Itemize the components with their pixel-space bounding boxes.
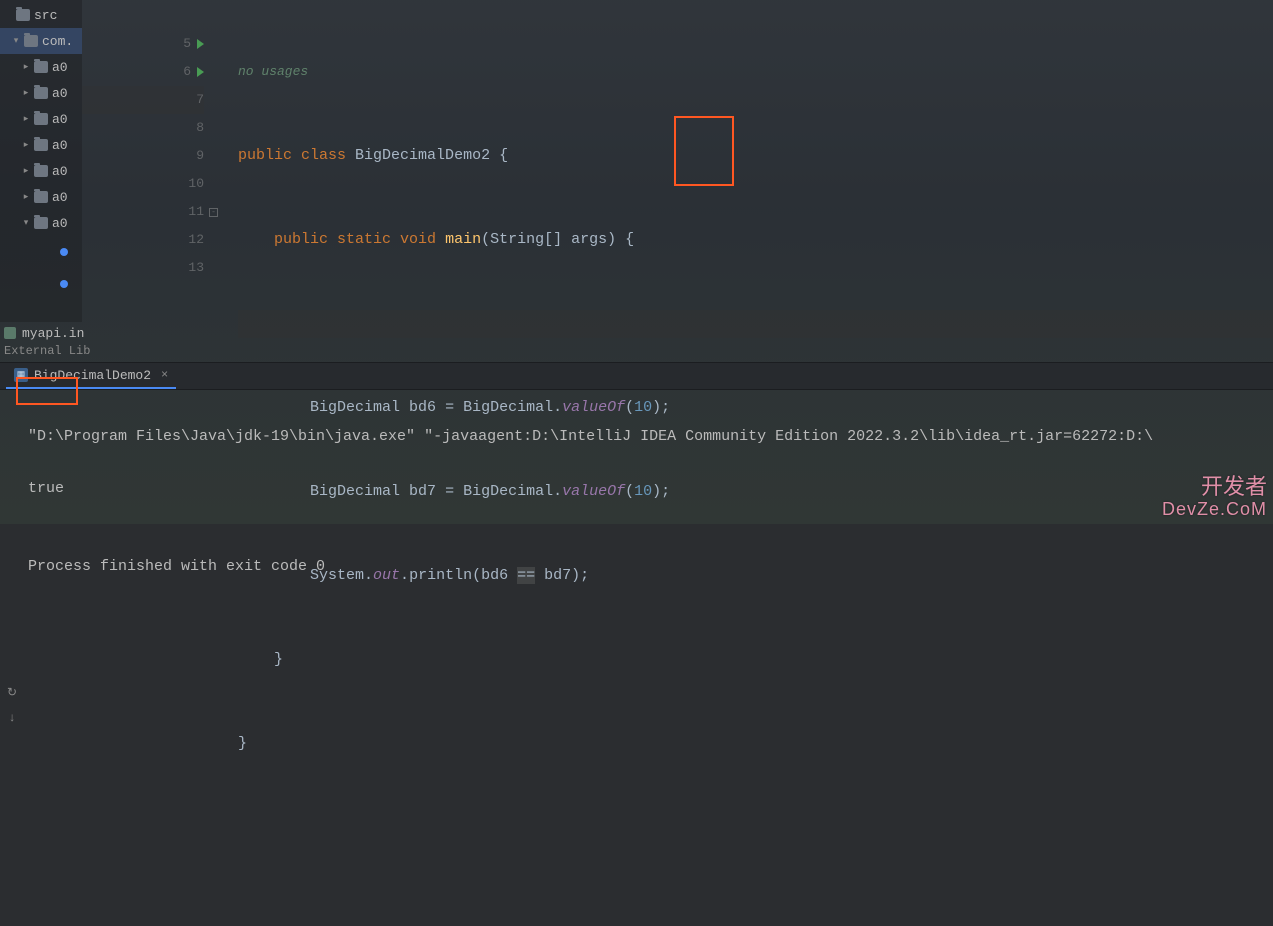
rerun-button[interactable]: ↻ bbox=[4, 684, 20, 700]
folder-icon bbox=[34, 191, 48, 203]
tree-label: src bbox=[34, 8, 57, 23]
folder-icon bbox=[16, 9, 30, 21]
gutter-line[interactable]: 13 bbox=[82, 254, 204, 282]
tree-label: a0 bbox=[52, 112, 68, 127]
gutter: 5 6 7 8 9 10 11- 12 13 bbox=[82, 0, 212, 322]
gutter-line[interactable]: 6 bbox=[82, 58, 204, 86]
tree-label: a0 bbox=[52, 164, 68, 179]
gutter-line[interactable]: 12 bbox=[82, 226, 204, 254]
tree-item[interactable]: ▸ a0 bbox=[0, 106, 82, 132]
gutter-line[interactable]: 10 bbox=[82, 170, 204, 198]
folder-icon bbox=[34, 217, 48, 229]
tree-item-com[interactable]: ▾ com. bbox=[0, 28, 82, 54]
chevron-right-icon: ▸ bbox=[20, 140, 32, 150]
folder-icon bbox=[34, 113, 48, 125]
tree-label: a0 bbox=[52, 60, 68, 75]
console-line: true bbox=[28, 476, 1273, 502]
class-icon bbox=[60, 280, 68, 288]
gutter-empty bbox=[82, 2, 204, 30]
tree-item[interactable]: ▸ a0 bbox=[0, 158, 82, 184]
gutter-line[interactable]: 7 bbox=[82, 86, 204, 114]
gutter-line[interactable]: 5 bbox=[82, 30, 204, 58]
folder-icon bbox=[34, 87, 48, 99]
folder-icon bbox=[34, 139, 48, 151]
console-toolbar: ↻ ↓ bbox=[2, 684, 22, 726]
console-line: "D:\Program Files\Java\jdk-19\bin\java.e… bbox=[28, 424, 1273, 450]
tree-item-external[interactable]: External Lib bbox=[0, 344, 1273, 362]
watermark: 开发者 DevZe.CoM bbox=[1162, 476, 1267, 520]
tree-label: myapi.in bbox=[22, 326, 84, 341]
run-icon[interactable] bbox=[197, 67, 204, 77]
tree-item[interactable]: ▸ a0 bbox=[0, 184, 82, 210]
code-editor[interactable]: 5 6 7 8 9 10 11- 12 13 no usages public … bbox=[82, 0, 1273, 322]
tree-item-src[interactable]: src bbox=[0, 2, 82, 28]
console-line: Process finished with exit code 0 bbox=[28, 554, 1273, 580]
chevron-right-icon: ▸ bbox=[20, 192, 32, 202]
console-output[interactable]: "D:\Program Files\Java\jdk-19\bin\java.e… bbox=[0, 390, 1273, 632]
code-area[interactable]: no usages public class BigDecimalDemo2 {… bbox=[212, 0, 1273, 322]
folder-icon bbox=[34, 61, 48, 73]
chevron-right-icon: ▸ bbox=[20, 114, 32, 124]
gutter-line[interactable]: 9 bbox=[82, 142, 204, 170]
folder-icon bbox=[24, 35, 38, 47]
tree-item-myapi[interactable]: myapi.in bbox=[0, 322, 1273, 344]
tree-label: com. bbox=[42, 34, 73, 49]
tree-label: a0 bbox=[52, 216, 68, 231]
tree-item[interactable]: ▾ a0 bbox=[0, 210, 82, 236]
run-config-icon: ▦ bbox=[14, 368, 28, 382]
class-icon bbox=[60, 248, 68, 256]
chevron-right-icon: ▸ bbox=[20, 166, 32, 176]
gutter-line[interactable]: 8 bbox=[82, 114, 204, 142]
chevron-down-icon: ▾ bbox=[20, 218, 32, 228]
run-icon[interactable] bbox=[197, 39, 204, 49]
usage-hint: no usages bbox=[238, 64, 308, 79]
run-tab[interactable]: ▦ BigDecimalDemo2 × bbox=[6, 363, 176, 389]
tree-label: a0 bbox=[52, 86, 68, 101]
chevron-right-icon: ▸ bbox=[20, 88, 32, 98]
tree-label: a0 bbox=[52, 138, 68, 153]
chevron-down-icon: ▾ bbox=[10, 36, 22, 46]
project-tree[interactable]: src ▾ com. ▸ a0 ▸ a0 ▸ a0 ▸ a0 ▸ bbox=[0, 0, 82, 322]
run-tab-label: BigDecimalDemo2 bbox=[34, 368, 151, 383]
close-icon[interactable]: × bbox=[161, 368, 168, 382]
folder-icon bbox=[34, 165, 48, 177]
tree-item[interactable]: ▸ a0 bbox=[0, 132, 82, 158]
gutter-line[interactable]: 11- bbox=[82, 198, 204, 226]
chevron-right-icon: ▸ bbox=[20, 62, 32, 72]
tree-label: a0 bbox=[52, 190, 68, 205]
tree-item[interactable]: ▸ a0 bbox=[0, 54, 82, 80]
tree-item[interactable]: ▸ a0 bbox=[0, 80, 82, 106]
run-tab-bar: ▦ BigDecimalDemo2 × bbox=[0, 362, 1273, 390]
stop-button[interactable]: ↓ bbox=[4, 710, 20, 726]
file-icon bbox=[4, 327, 16, 339]
